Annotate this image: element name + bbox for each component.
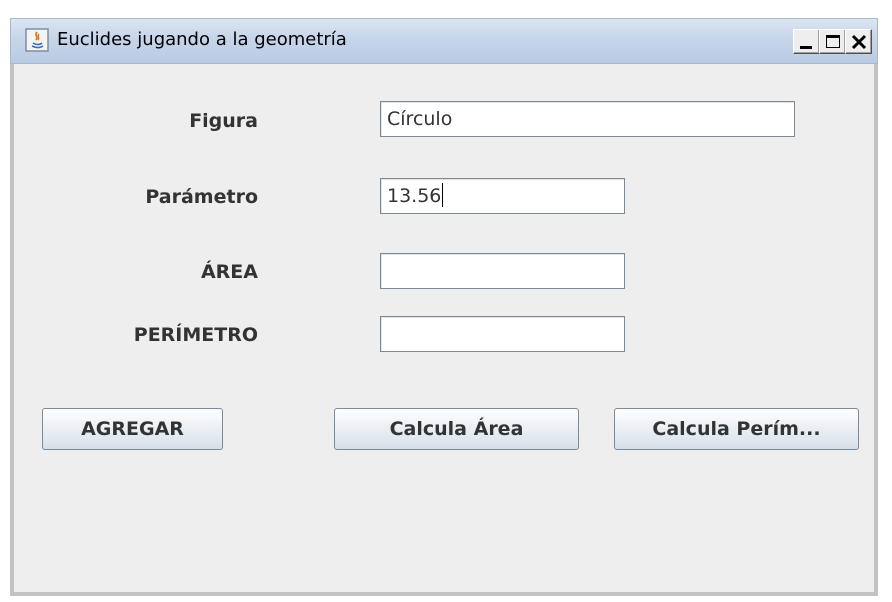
minimize-button[interactable] [793,29,820,54]
figura-field[interactable]: Círculo [380,101,795,137]
window-title: Euclides jugando a la geometría [57,29,347,50]
parametro-field[interactable]: 13.56 [380,178,625,214]
java-app-icon [25,28,49,52]
figura-label: Figura [189,110,258,132]
parametro-label: Parámetro [145,186,258,208]
maximize-icon [826,35,840,48]
area-field[interactable] [380,253,625,289]
calcula-area-button[interactable]: Calcula Área [334,408,579,450]
text-caret [442,183,444,207]
perimetro-label: PERÍMETRO [133,324,258,346]
figura-value: Círculo [387,108,453,130]
calcula-perimetro-button[interactable]: Calcula Perím... [614,408,859,450]
title-bar[interactable]: Euclides jugando a la geometría [10,18,878,64]
close-icon [851,34,867,50]
parametro-value: 13.56 [387,185,442,207]
minimize-icon [800,46,812,49]
area-label: ÁREA [200,261,258,283]
agregar-button[interactable]: AGREGAR [42,408,223,450]
maximize-button[interactable] [819,29,846,54]
perimetro-field[interactable] [380,316,625,352]
close-button[interactable] [845,29,872,54]
